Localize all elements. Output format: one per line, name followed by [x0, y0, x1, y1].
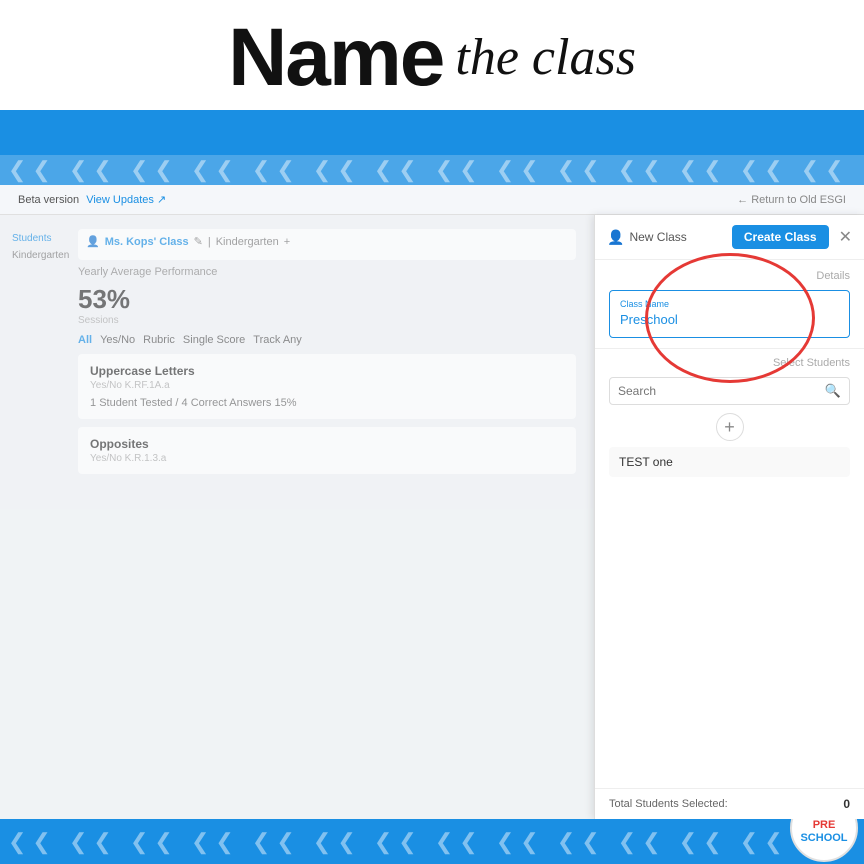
filter-single[interactable]: Single Score	[183, 334, 245, 346]
new-class-dialog: 👤 New Class Create Class ✕ Details Class…	[594, 215, 864, 819]
filter-rubric[interactable]: Rubric	[143, 334, 175, 346]
new-class-label-group: 👤 New Class	[607, 229, 687, 246]
class-name-input[interactable]	[620, 312, 839, 327]
sidebar-item-kindergarten[interactable]: Kindergarten	[12, 250, 69, 261]
percent-0: 15%	[275, 397, 297, 409]
title-rest: the class	[455, 28, 636, 87]
stat-value: 53%	[78, 284, 130, 315]
chevron-pattern: ❮❮ ❮❮ ❮❮ ❮❮ ❮❮ ❮❮ ❮❮ ❮❮ ❮❮ ❮❮ ❮❮ ❮❮ ❮❮ ❮…	[8, 157, 864, 183]
nav-add-icon[interactable]: +	[284, 236, 290, 248]
new-class-text: New Class	[629, 230, 686, 244]
main-content: Students Kindergarten 👤 Ms. Kops' Class …	[0, 215, 864, 819]
assessment-stats-0: 1 Student Tested / 4 Correct Answers 15%	[90, 397, 564, 409]
title-area: Name the class	[0, 0, 864, 110]
beta-bar: Beta version View Updates ↗ ← Return to …	[0, 185, 864, 215]
kindergarten-label: Kindergarten	[12, 250, 69, 261]
top-pattern-bar: ❮❮ ❮❮ ❮❮ ❮❮ ❮❮ ❮❮ ❮❮ ❮❮ ❮❮ ❮❮ ❮❮ ❮❮ ❮❮ ❮…	[0, 155, 864, 185]
pop-badge: pocket of PRE SCHOOL	[790, 819, 858, 862]
beta-label: Beta version	[18, 194, 79, 206]
create-class-button[interactable]: Create Class	[732, 225, 829, 249]
details-section: Details Class Name	[595, 260, 864, 349]
return-old-link[interactable]: ← Return to Old ESGI	[737, 194, 846, 206]
assessment-meta-0: Yes/No K.RF.1A.a	[90, 380, 564, 391]
filter-yesno[interactable]: Yes/No	[100, 334, 135, 346]
add-student-button[interactable]: +	[716, 413, 744, 441]
assessment-title-0: Uppercase Letters	[90, 364, 564, 378]
title-name: Name	[228, 11, 443, 105]
assessment-meta-1: Yes/No K.R.1.3.a	[90, 453, 564, 464]
yearly-avg-label: Yearly Average Performance	[78, 266, 576, 278]
person-icon: 👤	[86, 235, 100, 248]
left-panel: Students Kindergarten 👤 Ms. Kops' Class …	[0, 215, 594, 819]
select-students-label: Select Students	[609, 357, 850, 369]
stat2-label-0: Correct Answers	[191, 397, 272, 409]
filter-all[interactable]: All	[78, 334, 92, 346]
class-name-label: Class Name	[620, 299, 839, 309]
search-bar[interactable]: 🔍	[609, 377, 850, 405]
edit-icon: ✎	[194, 235, 203, 248]
icons-row: 👤 Ms. Kops' Class ✎ | Kindergarten +	[86, 235, 290, 248]
select-students-section: Select Students 🔍 + TEST one	[595, 349, 864, 788]
total-count: 0	[843, 797, 850, 811]
stat-sub: Sessions	[78, 315, 130, 326]
user-icon: 👤	[607, 229, 624, 246]
view-updates-link[interactable]: View Updates ↗	[86, 194, 166, 206]
assessment-title-1: Opposites	[90, 437, 564, 451]
stat2-val-0: 4	[182, 397, 188, 409]
dialog-header: 👤 New Class Create Class ✕	[595, 215, 864, 260]
search-input[interactable]	[618, 384, 825, 398]
main-left-content: 👤 Ms. Kops' Class ✎ | Kindergarten + Yea…	[68, 223, 586, 811]
details-label: Details	[609, 270, 850, 282]
stat-53-block: 53% Sessions	[78, 284, 130, 326]
student-item-test-one[interactable]: TEST one	[609, 447, 850, 477]
bottom-chevron-pattern: ❮❮ ❮❮ ❮❮ ❮❮ ❮❮ ❮❮ ❮❮ ❮❮ ❮❮ ❮❮ ❮❮ ❮❮ ❮❮ ❮…	[8, 829, 864, 855]
search-icon: 🔍	[825, 383, 841, 399]
total-label: Total Students Selected:	[609, 798, 728, 810]
beta-label-group: Beta version View Updates ↗	[18, 193, 166, 206]
students-label: Students	[12, 233, 51, 244]
badge-preschool: PRE SCHOOL	[800, 819, 847, 845]
stat1-label-0: Student Tested	[99, 397, 172, 409]
sidebar-item-students[interactable]: Students	[12, 233, 51, 244]
filter-any[interactable]: Track Any	[253, 334, 302, 346]
bottom-pattern-bar: ❮❮ ❮❮ ❮❮ ❮❮ ❮❮ ❮❮ ❮❮ ❮❮ ❮❮ ❮❮ ❮❮ ❮❮ ❮❮ ❮…	[0, 819, 864, 864]
grade-nav: Kindergarten	[216, 236, 279, 248]
nav-separator: |	[208, 236, 211, 248]
assessment-row-opposites: Opposites Yes/No K.R.1.3.a	[78, 427, 576, 474]
dialog-footer: Total Students Selected: 0	[595, 788, 864, 819]
stat1-val-0: 1	[90, 397, 96, 409]
class-name-field[interactable]: Class Name	[609, 290, 850, 338]
filter-row: All Yes/No Rubric Single Score Track Any	[78, 334, 576, 346]
subnav: 👤 Ms. Kops' Class ✎ | Kindergarten +	[78, 229, 576, 260]
left-sidebar: Students Kindergarten	[8, 223, 68, 811]
class-name-nav: Ms. Kops' Class	[105, 236, 189, 248]
blue-banner	[0, 110, 864, 155]
close-dialog-button[interactable]: ✕	[839, 227, 852, 247]
assessment-row-uppercase: Uppercase Letters Yes/No K.RF.1A.a 1 Stu…	[78, 354, 576, 419]
